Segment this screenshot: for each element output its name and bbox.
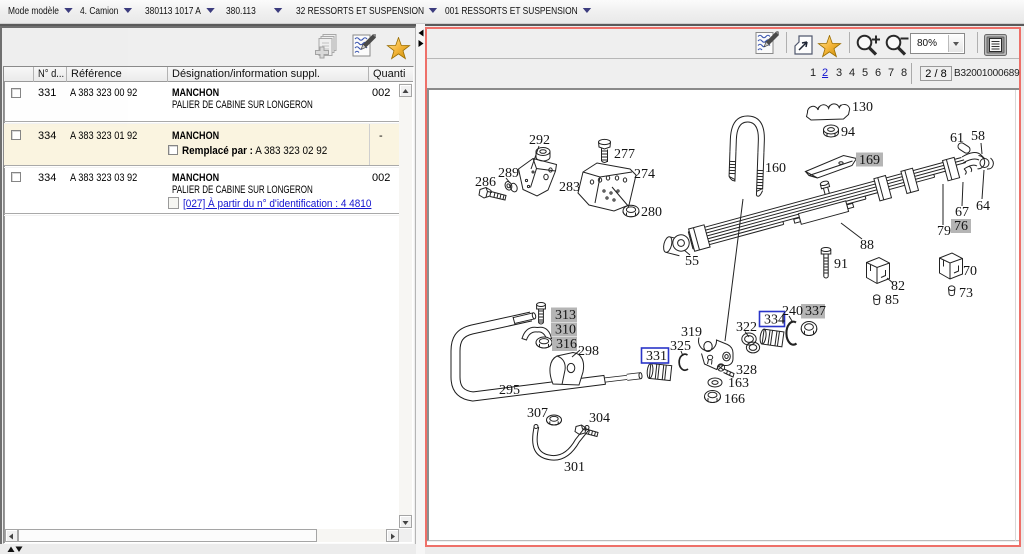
- svg-text:160: 160: [765, 161, 786, 176]
- svg-text:91: 91: [834, 257, 848, 272]
- svg-text:67: 67: [955, 205, 969, 220]
- svg-text:301: 301: [564, 460, 585, 475]
- svg-text:76: 76: [954, 219, 968, 234]
- svg-text:319: 319: [681, 325, 702, 340]
- svg-text:322: 322: [736, 320, 757, 335]
- svg-text:94: 94: [841, 125, 855, 140]
- svg-text:325: 325: [670, 339, 691, 354]
- svg-text:280: 280: [641, 205, 662, 220]
- svg-text:70: 70: [963, 264, 977, 279]
- svg-text:310: 310: [555, 323, 576, 338]
- svg-text:316: 316: [556, 337, 577, 352]
- svg-text:292: 292: [529, 133, 550, 148]
- svg-text:64: 64: [976, 199, 990, 214]
- svg-text:169: 169: [859, 153, 880, 168]
- svg-text:58: 58: [971, 129, 985, 144]
- svg-text:283: 283: [559, 180, 580, 195]
- svg-text:304: 304: [589, 411, 610, 426]
- svg-text:82: 82: [891, 279, 905, 294]
- svg-text:79: 79: [937, 224, 951, 239]
- svg-text:73: 73: [959, 286, 973, 301]
- svg-text:88: 88: [860, 238, 874, 253]
- svg-text:286: 286: [475, 175, 496, 190]
- svg-text:337: 337: [805, 304, 826, 319]
- svg-text:240: 240: [782, 304, 803, 319]
- svg-text:130: 130: [852, 100, 873, 115]
- svg-text:166: 166: [724, 392, 745, 407]
- svg-text:313: 313: [555, 308, 576, 323]
- svg-text:331: 331: [646, 349, 667, 364]
- svg-text:55: 55: [685, 254, 699, 269]
- svg-text:163: 163: [728, 376, 749, 391]
- svg-text:274: 274: [634, 167, 655, 182]
- svg-text:295: 295: [499, 383, 520, 398]
- svg-text:85: 85: [885, 293, 899, 308]
- svg-text:61: 61: [950, 131, 964, 146]
- svg-text:298: 298: [578, 344, 599, 359]
- svg-text:307: 307: [527, 406, 548, 421]
- svg-text:289: 289: [498, 166, 519, 181]
- svg-text:277: 277: [614, 147, 635, 162]
